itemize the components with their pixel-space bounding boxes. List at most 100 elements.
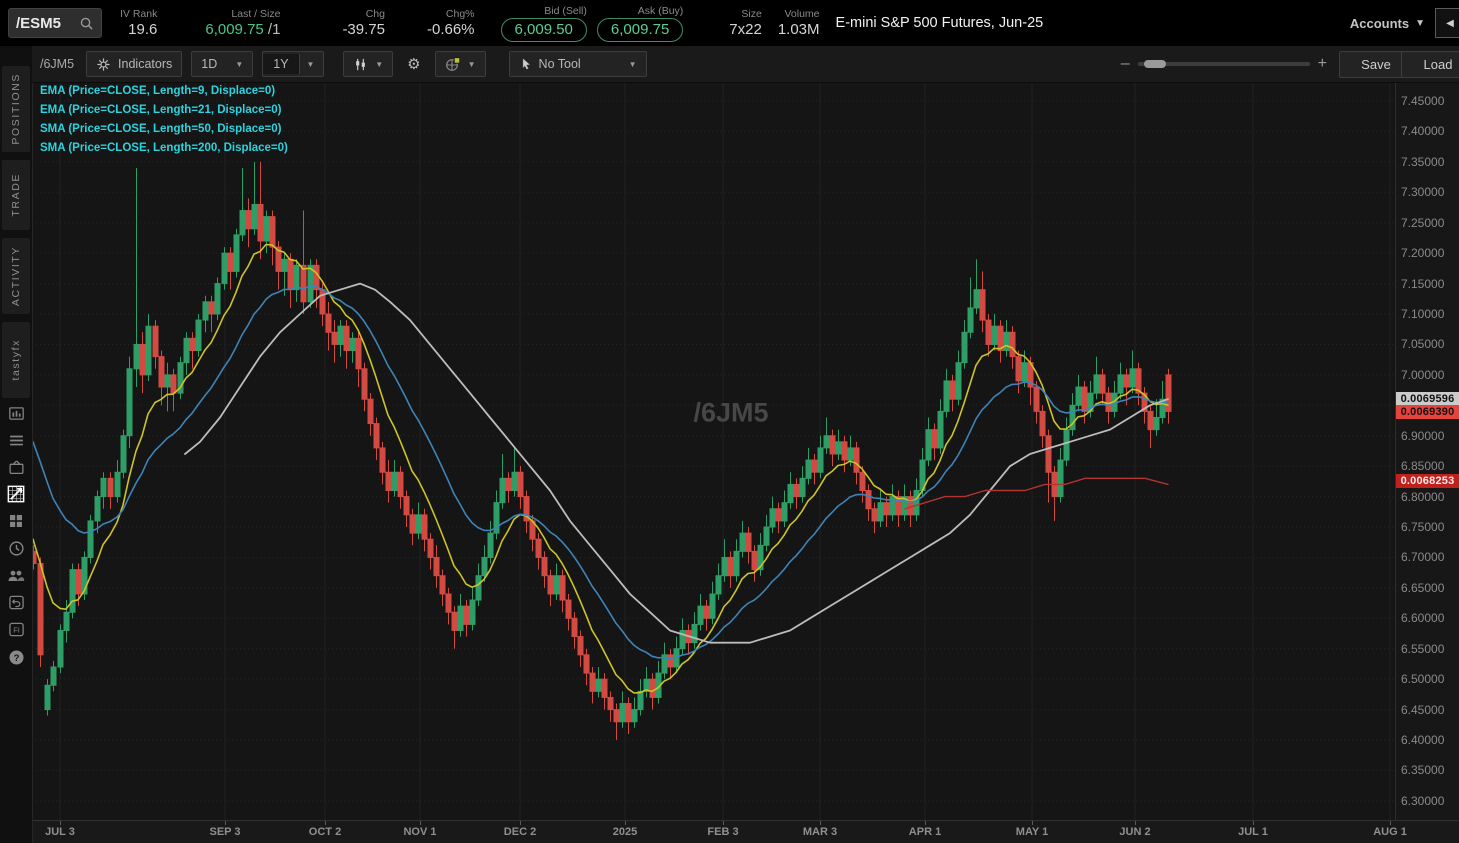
candle-body xyxy=(344,326,349,350)
sidebar-tab-tastyfx[interactable]: tastyfx xyxy=(2,322,30,398)
candle-body xyxy=(746,533,751,551)
price-axis[interactable]: 7.450007.400007.350007.300007.250007.200… xyxy=(1395,82,1459,820)
legend-sma50[interactable]: SMA (Price=CLOSE, Length=50, Displace=0) xyxy=(40,120,288,139)
instrument-description: E-mini S&P 500 Futures, Jun-25 xyxy=(836,15,1044,31)
candle-body xyxy=(812,460,817,472)
date-tick xyxy=(820,821,821,825)
history-icon[interactable] xyxy=(0,536,32,560)
candle-body xyxy=(626,704,631,722)
candle-body xyxy=(1124,375,1129,387)
timeframe-dropdown[interactable]: 1D ▼ xyxy=(191,51,253,77)
candle-body xyxy=(203,302,208,320)
candle-body xyxy=(560,576,565,600)
replay-icon[interactable] xyxy=(0,590,32,614)
watchlist-icon[interactable] xyxy=(0,428,32,452)
candle-body xyxy=(215,284,220,314)
legend-ema21[interactable]: EMA (Price=CLOSE, Length=21, Displace=0) xyxy=(40,101,288,120)
price-tick-label: 6.85000 xyxy=(1401,458,1444,474)
candle-body xyxy=(596,679,601,691)
date-tick xyxy=(1253,821,1254,825)
candle-body xyxy=(1010,332,1015,356)
chart-style-dropdown[interactable]: ▼ xyxy=(343,51,393,77)
date-axis[interactable]: JUL 3SEP 3OCT 2NOV 1DEC 22025FEB 3MAR 3A… xyxy=(32,820,1459,843)
chart-icon[interactable] xyxy=(0,482,32,506)
help-icon[interactable]: ? xyxy=(0,645,32,669)
bid-sell-button[interactable]: 6,009.50 xyxy=(501,18,587,42)
candle-body xyxy=(127,369,132,436)
candle-body xyxy=(1034,387,1039,411)
volume-field: Volume 1.03M xyxy=(778,8,820,39)
indicators-button[interactable]: Indicators xyxy=(86,51,182,77)
last-size-value: /1 xyxy=(268,21,281,38)
zoom-slider[interactable] xyxy=(1138,62,1310,66)
symbol-search[interactable]: /ESM5 xyxy=(8,8,102,38)
chg-pct-field: Chg% -0.66% xyxy=(427,8,475,39)
zoom-slider-handle[interactable] xyxy=(1144,60,1166,68)
tv-icon[interactable] xyxy=(0,455,32,479)
price-tick-label: 7.15000 xyxy=(1401,276,1444,292)
search-icon[interactable] xyxy=(79,16,94,31)
date-tick-label: NOV 1 xyxy=(403,826,436,838)
quote-board-icon[interactable] xyxy=(0,401,32,425)
chart-area[interactable]: /6JM5 EMA (Price=CLOSE, Length=9, Displa… xyxy=(32,82,1395,820)
candle-body xyxy=(470,600,475,624)
sidebar-tab-activity[interactable]: ACTIVITY xyxy=(2,238,30,314)
price-tick-label: 7.10000 xyxy=(1401,306,1444,322)
candle-body xyxy=(836,442,841,454)
candle-body xyxy=(788,484,793,502)
date-tick-label: OCT 2 xyxy=(309,826,341,838)
legend-sma200[interactable]: SMA (Price=CLOSE, Length=200, Displace=0… xyxy=(40,139,288,158)
price-tick-label: 6.35000 xyxy=(1401,762,1444,778)
candle-body xyxy=(190,338,195,350)
chevron-down-icon: ▼ xyxy=(307,60,315,69)
zoom-in-button[interactable]: + xyxy=(1318,55,1327,73)
accounts-menu[interactable]: Accounts ▼ xyxy=(1350,16,1425,31)
comparison-dropdown[interactable]: ▼ xyxy=(435,51,486,77)
price-tick-label: 6.80000 xyxy=(1401,489,1444,505)
sidebar-tab-positions[interactable]: POSITIONS xyxy=(2,66,30,152)
candle-body xyxy=(728,557,733,575)
candle-body xyxy=(614,710,619,722)
candlestick-chart[interactable]: /6JM5 xyxy=(32,82,1395,820)
range-dropdown[interactable]: 1Y ▼ xyxy=(262,51,324,77)
community-icon[interactable] xyxy=(0,563,32,587)
zoom-out-button[interactable]: – xyxy=(1121,55,1130,73)
candle-body xyxy=(554,576,559,594)
candle-body xyxy=(121,436,126,473)
candle-body xyxy=(368,399,373,423)
candle-body xyxy=(146,326,151,375)
price-tick-label: 6.45000 xyxy=(1401,702,1444,718)
candle-body xyxy=(1046,436,1051,473)
svg-text:?: ? xyxy=(13,652,19,663)
candle-body xyxy=(1022,363,1027,381)
price-tick-label: 6.30000 xyxy=(1401,793,1444,809)
save-label: Save xyxy=(1361,57,1391,72)
comparison-icon xyxy=(445,56,461,72)
ask-buy-button[interactable]: 6,009.75 xyxy=(597,18,683,42)
chevron-down-icon: ▼ xyxy=(375,60,383,69)
candle-body xyxy=(301,265,306,302)
size-label: Size xyxy=(741,8,761,20)
candle-body xyxy=(794,484,799,496)
candle-body xyxy=(165,375,170,387)
candle-body xyxy=(722,557,727,575)
candle-body xyxy=(800,478,805,496)
dashboard-icon[interactable] xyxy=(0,509,32,533)
candle-body xyxy=(350,338,355,350)
candle-body xyxy=(398,472,403,496)
load-button[interactable]: Load xyxy=(1401,51,1459,78)
drawing-tool-dropdown[interactable]: No Tool ▼ xyxy=(509,51,647,77)
symbol-text: /ESM5 xyxy=(16,15,61,32)
fi-icon[interactable]: FI xyxy=(0,617,32,641)
chart-settings-button[interactable]: ⚙ xyxy=(402,52,425,76)
sidebar-tab-label: TRADE xyxy=(10,173,22,217)
legend-ema9[interactable]: EMA (Price=CLOSE, Length=9, Displace=0) xyxy=(40,82,288,101)
chevron-down-icon: ▼ xyxy=(468,60,476,69)
quote-header: /ESM5 IV Rank 19.6 Last / Size 6,009.75 … xyxy=(0,0,1459,46)
candle-body xyxy=(566,600,571,618)
candle-body xyxy=(710,594,715,618)
candle-body xyxy=(464,606,469,624)
sidebar-tab-trade[interactable]: TRADE xyxy=(2,160,30,230)
collapse-panel-button[interactable]: ◀ xyxy=(1435,8,1459,38)
last-size-field: Last / Size 6,009.75 /1 xyxy=(205,8,280,39)
